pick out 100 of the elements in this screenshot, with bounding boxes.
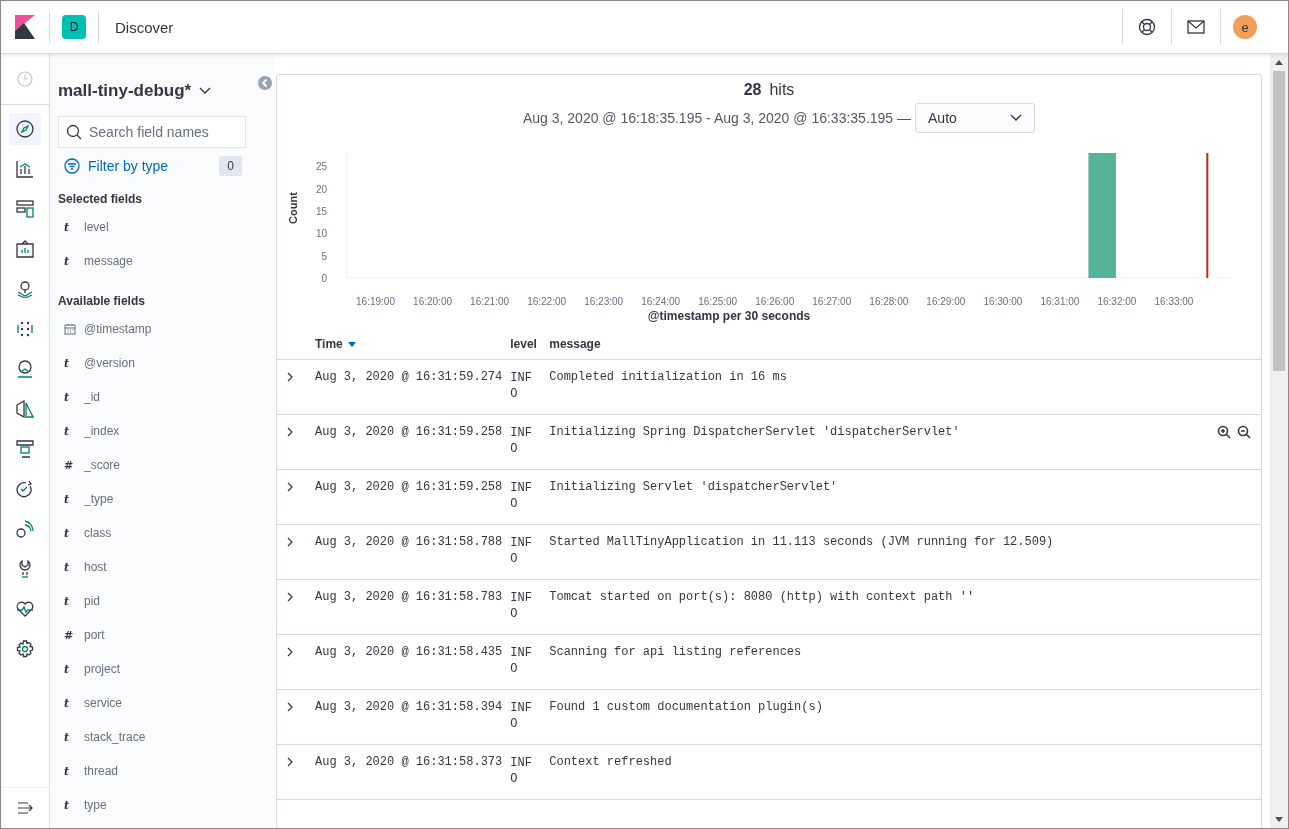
caret-icon[interactable] bbox=[199, 87, 212, 95]
expand-chevron-icon[interactable] bbox=[287, 647, 294, 657]
field-name[interactable]: @version bbox=[84, 356, 135, 370]
field-name[interactable]: class bbox=[84, 526, 112, 540]
table-cell: Aug 3, 2020 @ 16:31:58.783 bbox=[311, 579, 507, 635]
search-field[interactable]: Search field names bbox=[58, 116, 246, 148]
x-tick-label: 16:25:00 bbox=[698, 296, 738, 307]
y-axis-label: Count bbox=[286, 192, 299, 224]
field-name[interactable]: type bbox=[84, 798, 107, 812]
field-name[interactable]: thread bbox=[84, 764, 119, 778]
table-cell: Started MallTinyApplication in 11.113 seconds (JVM running for 12.509) bbox=[549, 535, 1054, 549]
scrollbar[interactable] bbox=[1270, 54, 1288, 828]
field-name[interactable]: host bbox=[84, 560, 107, 574]
mail-icon[interactable] bbox=[1187, 20, 1205, 34]
field-type-token: t bbox=[64, 424, 71, 438]
help-icon[interactable] bbox=[1138, 18, 1156, 36]
heart-pulse-icon[interactable] bbox=[16, 600, 34, 618]
user-map-icon[interactable] bbox=[16, 360, 34, 378]
x-axis-label: @timestamp per 30 seconds bbox=[647, 309, 811, 323]
wrench-icon[interactable] bbox=[16, 560, 34, 578]
field-name[interactable]: port bbox=[84, 628, 105, 642]
expand-chevron-icon[interactable] bbox=[287, 372, 294, 382]
dots-grid-icon[interactable] bbox=[16, 320, 34, 338]
collapse-icon[interactable] bbox=[258, 76, 272, 90]
bar-chart-icon[interactable] bbox=[16, 160, 34, 178]
table-cell: Found 1 custom documentation plugin(s) bbox=[549, 700, 823, 714]
column-header[interactable]: Time bbox=[311, 329, 507, 360]
expand-chevron-icon[interactable] bbox=[287, 427, 294, 437]
table-cell: Aug 3, 2020 @ 16:31:58.788 bbox=[311, 524, 507, 580]
field-name[interactable]: message bbox=[84, 254, 133, 268]
table-cell: Aug 3, 2020 @ 16:31:59.258 bbox=[311, 469, 507, 525]
field-name[interactable]: project bbox=[84, 662, 121, 676]
column-header[interactable]: level bbox=[506, 329, 546, 360]
table-cell: Initializing Servlet 'dispatcherServlet' bbox=[549, 480, 838, 494]
compass-icon[interactable] bbox=[16, 120, 34, 138]
table-cell-text: INFO bbox=[510, 535, 533, 567]
expand-chevron-icon[interactable] bbox=[287, 482, 294, 492]
interval-select[interactable]: Auto bbox=[915, 103, 1036, 133]
expand-chevron-icon[interactable] bbox=[287, 592, 294, 602]
table-cell: Aug 3, 2020 @ 16:31:58.394 bbox=[311, 689, 507, 745]
expand-chevron-icon[interactable] bbox=[287, 702, 294, 712]
field-type-token: # bbox=[64, 458, 75, 472]
settings-icon[interactable] bbox=[16, 640, 34, 658]
x-tick-label: 16:33:00 bbox=[1154, 296, 1194, 307]
table-cell: Initializing Spring DispatcherServlet 'dispatcherServlet' bbox=[549, 425, 960, 439]
y-tick-label: 0 bbox=[321, 273, 328, 284]
table-cell: Scanning for api listing references bbox=[549, 645, 802, 659]
table-cell-text: INFO bbox=[510, 755, 533, 787]
zoom-out-icon[interactable] bbox=[1237, 425, 1251, 439]
x-tick-label: 16:29:00 bbox=[926, 296, 966, 307]
x-tick-label: 16:23:00 bbox=[584, 296, 624, 307]
book-icon[interactable] bbox=[16, 400, 34, 418]
column-header[interactable]: message bbox=[545, 329, 1261, 360]
y-tick-label: 15 bbox=[315, 206, 328, 218]
y-tick-label: 20 bbox=[315, 183, 328, 195]
logo-icon[interactable] bbox=[15, 15, 35, 39]
section-title: Selected fields bbox=[58, 192, 144, 206]
space-avatar[interactable]: D bbox=[62, 15, 86, 39]
field-type-token: t bbox=[64, 696, 71, 710]
expand-chevron-icon[interactable] bbox=[287, 757, 294, 767]
calendar-icon bbox=[64, 323, 76, 335]
dashboard-icon[interactable] bbox=[16, 200, 34, 218]
filter-by-type-button[interactable]: Filter by type bbox=[64, 158, 169, 174]
table-cell: Aug 3, 2020 @ 16:31:59.258 bbox=[311, 414, 507, 470]
user-avatar[interactable]: e bbox=[1233, 15, 1257, 39]
page-title: Discover bbox=[115, 18, 174, 36]
field-name[interactable]: service bbox=[84, 696, 122, 710]
field-name[interactable]: _type bbox=[84, 492, 114, 506]
table-cell-text: INFO bbox=[510, 700, 533, 732]
check-cycle-icon[interactable] bbox=[16, 480, 34, 498]
field-type-token: t bbox=[64, 730, 71, 744]
field-type-token: t bbox=[64, 594, 71, 608]
field-name[interactable]: _id bbox=[84, 390, 100, 404]
x-tick-label: 16:27:00 bbox=[812, 296, 852, 307]
field-name[interactable]: pid bbox=[84, 594, 100, 608]
field-name[interactable]: level bbox=[84, 220, 109, 234]
map-pin-icon[interactable] bbox=[16, 280, 34, 298]
filter-icon bbox=[64, 158, 80, 174]
index-pattern-selector[interactable]: mall-tiny-debug* bbox=[58, 81, 212, 101]
field-name[interactable]: _score bbox=[84, 458, 121, 472]
field-name[interactable]: _index bbox=[84, 424, 120, 438]
scroll-up-icon[interactable] bbox=[1275, 60, 1283, 65]
zoom-in-icon[interactable] bbox=[1217, 425, 1231, 439]
table-cell-text: INFO bbox=[510, 370, 533, 402]
canvas-icon[interactable] bbox=[16, 240, 34, 258]
signal-icon[interactable] bbox=[16, 520, 34, 538]
expand-chevron-icon[interactable] bbox=[287, 537, 294, 547]
scroll-down-icon[interactable] bbox=[1275, 817, 1283, 822]
field-name[interactable]: @timestamp bbox=[84, 322, 152, 336]
x-tick-label: 16:26:00 bbox=[755, 296, 795, 307]
y-tick-label: 10 bbox=[315, 228, 328, 240]
dock-menu-icon[interactable] bbox=[17, 802, 33, 814]
table-cell-text: INFO bbox=[510, 645, 533, 677]
field-name[interactable]: stack_trace bbox=[84, 730, 146, 744]
sort-down-icon bbox=[347, 342, 356, 348]
y-tick-label: 5 bbox=[321, 250, 328, 262]
monitor-icon[interactable] bbox=[16, 440, 34, 458]
hits-label: hits bbox=[769, 81, 795, 99]
field-type-token: t bbox=[64, 798, 71, 812]
x-tick-label: 16:20:00 bbox=[413, 296, 453, 307]
